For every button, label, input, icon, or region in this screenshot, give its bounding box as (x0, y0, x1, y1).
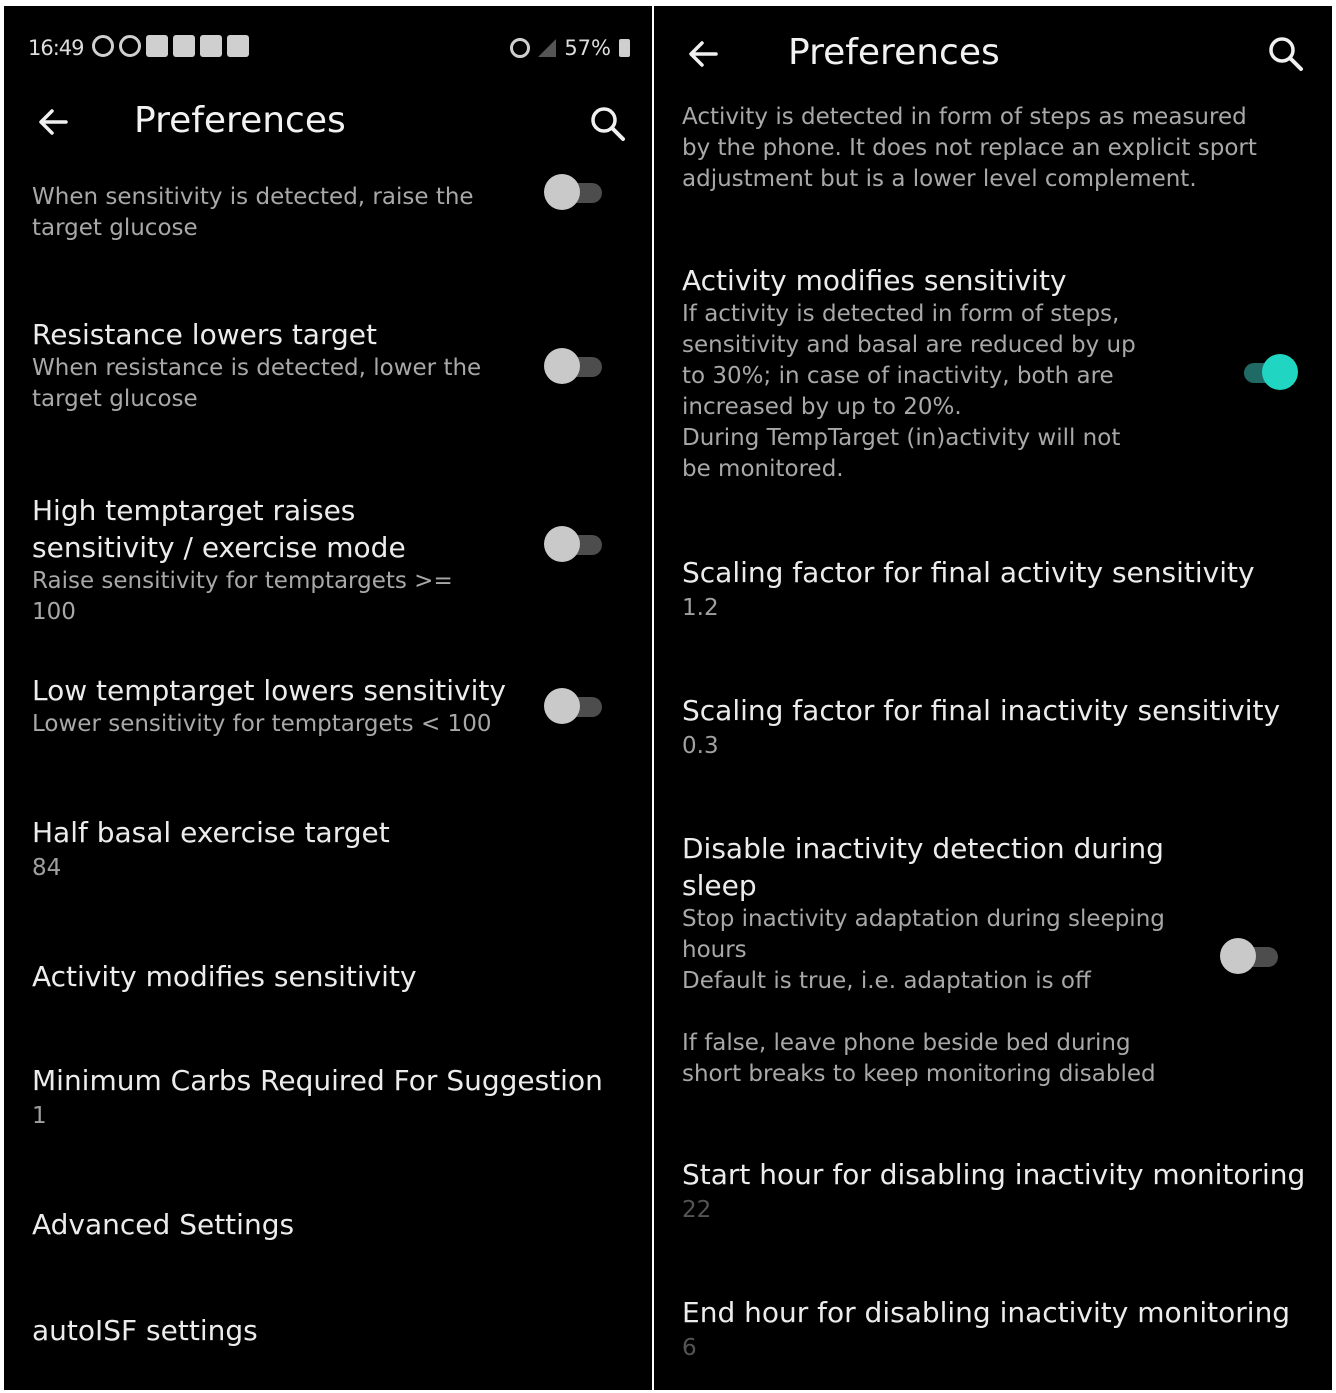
pref-summary: When sensitivity is detected, raise the … (32, 184, 474, 241)
search-icon[interactable] (588, 104, 628, 144)
notification-icon (200, 35, 222, 57)
pref-advanced-settings[interactable]: Advanced Settings (32, 1206, 592, 1243)
page-title: Preferences (134, 100, 346, 141)
toggle-sensitivity-raises-target[interactable] (544, 172, 604, 212)
pref-activity-scaling-factor[interactable]: Scaling factor for final activity sensit… (682, 554, 1312, 624)
pref-high-temptarget[interactable]: High temptarget raises sensitivity / exe… (32, 492, 502, 628)
activity-intro-text: Activity is detected in form of steps as… (682, 102, 1272, 195)
intro-text: Activity is detected in form of steps as… (682, 104, 1257, 192)
search-icon[interactable] (1266, 34, 1306, 74)
pref-summary: Lower sensitivity for temptargets < 100 (32, 711, 492, 737)
pref-title: Activity modifies sensitivity (32, 960, 417, 993)
battery-percent: 57% (564, 36, 611, 60)
toggle-disable-inactivity-sleep[interactable] (1220, 936, 1280, 976)
app-bar: Preferences (4, 92, 652, 152)
pref-title: High temptarget raises sensitivity / exe… (32, 494, 406, 564)
pref-summary-hint: If false, leave phone beside bed during … (682, 1030, 1156, 1087)
pref-title: End hour for disabling inactivity monito… (682, 1296, 1291, 1329)
pref-minimum-carbs[interactable]: Minimum Carbs Required For Suggestion 1 (32, 1062, 632, 1132)
notification-icon (227, 35, 249, 57)
signal-icon (538, 39, 557, 57)
system-icons: 57% (510, 36, 630, 60)
pref-summary: When resistance is detected, lower the t… (32, 355, 482, 412)
pref-value: 6 (682, 1335, 697, 1361)
toggle-resistance-lowers-target[interactable] (544, 346, 604, 386)
pref-title: Advanced Settings (32, 1208, 295, 1241)
pref-disable-inactivity-sleep[interactable]: Disable inactivity detection during slee… (682, 830, 1182, 1090)
pref-low-temptarget[interactable]: Low temptarget lowers sensitivity Lower … (32, 672, 532, 740)
pref-title: Disable inactivity detection during slee… (682, 832, 1164, 902)
alarm-icon (510, 38, 531, 58)
pref-title: Resistance lowers target (32, 318, 377, 351)
pref-summary: Raise sensitivity for temptargets >= 100 (32, 568, 453, 625)
toggle-thumb (544, 688, 580, 724)
pref-sensitivity-raises-target[interactable]: When sensitivity is detected, raise the … (32, 182, 482, 244)
pref-title: Minimum Carbs Required For Suggestion (32, 1064, 603, 1097)
pref-title: Scaling factor for final activity sensit… (682, 556, 1255, 589)
pref-half-basal-target[interactable]: Half basal exercise target 84 (32, 814, 592, 884)
notification-icon (146, 35, 168, 57)
pref-summary: Stop inactivity adaptation during sleepi… (682, 906, 1165, 963)
pref-start-hour[interactable]: Start hour for disabling inactivity moni… (682, 1156, 1322, 1226)
notification-icon (92, 35, 114, 57)
pref-summary-note: During TempTarget (in)activity will not … (682, 425, 1121, 482)
toggle-thumb (1262, 354, 1298, 390)
pref-title: autoISF settings (32, 1314, 258, 1347)
left-screen: 16:49 57% Preferences When sensitivity i… (4, 6, 652, 1390)
battery-icon (619, 39, 630, 57)
pref-title: Scaling factor for final inactivity sens… (682, 694, 1281, 727)
toggle-thumb (1220, 938, 1256, 974)
right-screen: Preferences Activity is detected in form… (654, 6, 1332, 1390)
app-bar: Preferences (654, 24, 1332, 84)
pref-value: 22 (682, 1197, 712, 1223)
pref-value: 84 (32, 855, 62, 881)
notification-icons (92, 35, 249, 57)
page-title: Preferences (788, 32, 1000, 73)
arrow-left-icon[interactable] (34, 102, 74, 142)
pref-value: 1.2 (682, 595, 719, 621)
pref-title: Half basal exercise target (32, 816, 390, 849)
pref-end-hour[interactable]: End hour for disabling inactivity monito… (682, 1294, 1322, 1364)
pref-activity-modifies-sensitivity[interactable]: Activity modifies sensitivity If activit… (682, 262, 1152, 485)
toggle-thumb (544, 348, 580, 384)
pref-value: 1 (32, 1103, 47, 1129)
notification-icon (119, 35, 141, 57)
pref-title: Start hour for disabling inactivity moni… (682, 1158, 1306, 1191)
toggle-thumb (544, 174, 580, 210)
pref-title: Activity modifies sensitivity (682, 264, 1067, 297)
toggle-low-temptarget[interactable] (544, 686, 604, 726)
pref-summary-default: Default is true, i.e. adaptation is off (682, 968, 1091, 994)
pref-value: 0.3 (682, 733, 719, 759)
notification-icon (173, 35, 195, 57)
pref-title: Low temptarget lowers sensitivity (32, 674, 506, 707)
pref-resistance-lowers-target[interactable]: Resistance lowers target When resistance… (32, 316, 502, 415)
pref-autoisf-settings[interactable]: autoISF settings (32, 1312, 592, 1349)
pref-activity-modifies-sensitivity[interactable]: Activity modifies sensitivity (32, 958, 592, 995)
pref-inactivity-scaling-factor[interactable]: Scaling factor for final inactivity sens… (682, 692, 1322, 762)
toggle-thumb (544, 526, 580, 562)
pref-summary: If activity is detected in form of steps… (682, 301, 1136, 420)
toggle-high-temptarget[interactable] (544, 524, 604, 564)
status-time: 16:49 (28, 36, 85, 60)
arrow-left-icon[interactable] (684, 34, 724, 74)
toggle-activity-modifies-sensitivity[interactable] (1236, 352, 1298, 392)
status-bar: 16:49 57% (4, 32, 652, 66)
